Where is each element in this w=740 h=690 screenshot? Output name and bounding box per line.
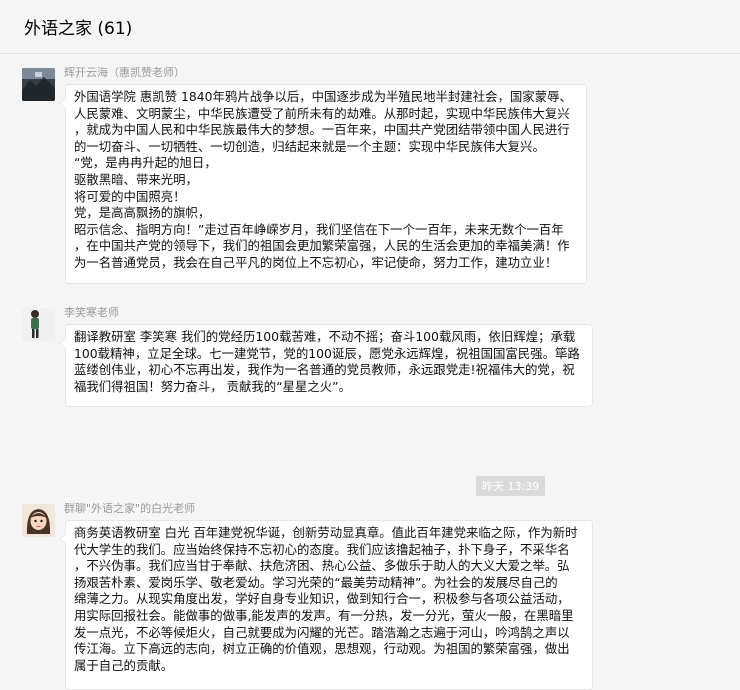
sender-name: 辉开云海（惠凯赞老师） [64, 66, 185, 79]
message-text-line: 外国语学院 惠凯赞 1840年鸦片战争以后，中国逐步成为半殖民地半封建社会，国家… [74, 89, 572, 104]
message-bubble[interactable]: 商务英语教研室 白光 百年建党祝华诞，创新劳动显真章。值此百年建党来临之际，作为… [60, 520, 593, 690]
sender-name: 李笑寒老师 [64, 306, 119, 319]
cartoon-figure-avatar-icon[interactable] [22, 308, 55, 341]
message-text-line: 驱散黑暗、带来光明， [74, 171, 198, 187]
message-text-line: 商务英语教研室 白光 百年建党祝华诞，创新劳动显真章。值此百年建党来临之际，作为… [74, 525, 578, 540]
message-text-line: 代大学生的我们。应当始终保持不忘初心的态度。我们应该撸起袖子，扑下身子，不采华名 [74, 541, 570, 557]
message-text-line: 扬艰苦朴素、爱岗乐学、敬老爱幼。学习光荣的“最美劳动精神”。为社会的发展尽自己的 [74, 574, 558, 590]
message-text-line: 昭示信念、指明方向！”走过百年峥嵘岁月，我们坚信在下一个一百年，未来无数个一百年 [74, 221, 564, 237]
message-text-line: “党，是冉冉升起的旭日， [74, 155, 217, 171]
message-text-line: 蓝缕创伟业，初心不忘再出发，我作为一名普通的党员教师，永远跟党走!祝福伟大的党，… [74, 362, 575, 378]
message-text-line: 人民蒙难、文明蒙尘，中华民族遭受了前所未有的劫难。从那时起，实现中华民族伟大复兴 [74, 105, 570, 121]
message-text-line: 发一点光，不必等候炬火，自己就要成为闪耀的光芒。踏浩瀚之志遍于河山，吟鸿鹄之声以 [74, 624, 570, 640]
chat-header: 外语之家 (61) [0, 0, 740, 54]
message-text-line: 传江海。立下高远的志向，树立正确的价值观，思想观，行动观。为祖国的繁荣富强，做出 [74, 641, 570, 657]
girl-avatar-icon[interactable] [22, 504, 55, 537]
message-text-line: 福我们得祖国！努力奋斗， 贡献我的“星星之火”。 [74, 378, 351, 394]
message-text-line: 绵薄之力。从现实角度出发，学好自身专业知识，做到知行合一，积极参与各项公益活动， [74, 591, 570, 607]
message-text-line: 为一名普通党员，我会在自己平凡的岗位上不忘初心，牢记使命，努力工作，建功立业！ [74, 254, 558, 270]
message-text-line: 属于自己的贡献。 [74, 657, 174, 673]
message-text-line: 的一切奋斗、一切牺牲、一切创造，归结起来就是一个主题：实现中华民族伟大复兴。 [74, 138, 545, 154]
message-text-line: 100载精神，立足全球。七一建党节，党的100诞辰，愿党永远辉煌，祝祖国国富民强… [74, 345, 580, 361]
message-text-line: ，就成为中国人民和中华民族最伟大的梦想。一百年来，中国共产党团结带领中国人民进行 [74, 122, 570, 138]
message-text-line: 用实际回报社会。能做事的做事,能发声的发声。有一分热，发一分光，萤火一般，在黑暗… [74, 607, 574, 623]
message-text-line: ，不兴伪事。我们应当甘于奉献、扶危济困、热心公益、多做乐于助人的大义大爱之举。弘 [74, 558, 570, 574]
message-text-line: 党，是高高飘扬的旗帜， [74, 205, 211, 221]
chat-title: 外语之家 (61) [24, 19, 133, 39]
message-bubble[interactable]: 外国语学院 惠凯赞 1840年鸦片战争以后，中国逐步成为半殖民地半封建社会，国家… [60, 84, 587, 284]
timestamp-badge: 昨天 13:39 [476, 476, 546, 496]
message-text-line: 将可爱的中国照亮！ [74, 188, 186, 204]
landscape-avatar-icon[interactable] [22, 68, 55, 101]
sender-name: 群聊"外语之家"的白光老师 [64, 502, 196, 515]
message-text-line: 翻译教研室 李笑寒 我们的党经历100载苦难，不动不摇；奋斗100载风雨，依旧辉… [74, 329, 576, 344]
message-text-line: ，在中国共产党的领导下，我们的祖国会更加繁荣富强，人民的生活会更加的幸福美满！作 [74, 238, 570, 254]
message-bubble[interactable]: 翻译教研室 李笑寒 我们的党经历100载苦难，不动不摇；奋斗100载风雨，依旧辉… [60, 324, 593, 407]
